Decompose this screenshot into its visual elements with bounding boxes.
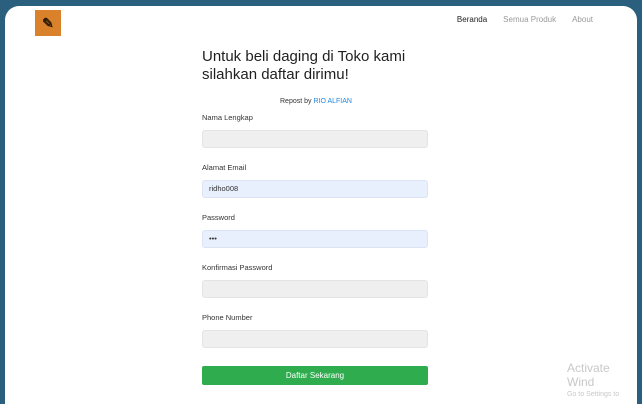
browser-viewport: ✎ Beranda Semua Produk About Untuk beli … (5, 6, 637, 404)
repost-credit: Repost by RIO ALFIAN (202, 98, 430, 105)
daftar-button[interactable]: Daftar Sekarang (202, 366, 428, 385)
password-label: Password (202, 213, 235, 222)
nama-input[interactable] (202, 130, 428, 148)
konfirmasi-label: Konfirmasi Password (202, 263, 273, 272)
nav-beranda[interactable]: Beranda (457, 15, 487, 24)
top-nav: Beranda Semua Produk About (457, 15, 593, 24)
activate-windows-watermark: Activate Wind Go to Settings to (567, 361, 637, 398)
phone-input[interactable] (202, 330, 428, 348)
knife-logo-icon: ✎ (42, 14, 54, 31)
email-input[interactable]: ridho008 (202, 180, 428, 198)
nav-semua-produk[interactable]: Semua Produk (503, 15, 556, 24)
nama-label: Nama Lengkap (202, 113, 253, 122)
phone-label: Phone Number (202, 313, 253, 322)
repost-author-link[interactable]: RIO ALFIAN (313, 98, 352, 105)
konfirmasi-password-input[interactable] (202, 280, 428, 298)
email-label: Alamat Email (202, 163, 247, 172)
repost-prefix: Repost by (280, 98, 314, 105)
logo[interactable]: ✎ (35, 10, 61, 36)
watermark-line2: Go to Settings to (567, 391, 620, 398)
watermark-line1: Activate Wind (567, 361, 610, 389)
register-form: Untuk beli daging di Toko kami silahkan … (202, 48, 430, 385)
password-input[interactable]: ••• (202, 230, 428, 248)
page-title: Untuk beli daging di Toko kami silahkan … (202, 48, 406, 83)
nav-about[interactable]: About (572, 15, 593, 24)
